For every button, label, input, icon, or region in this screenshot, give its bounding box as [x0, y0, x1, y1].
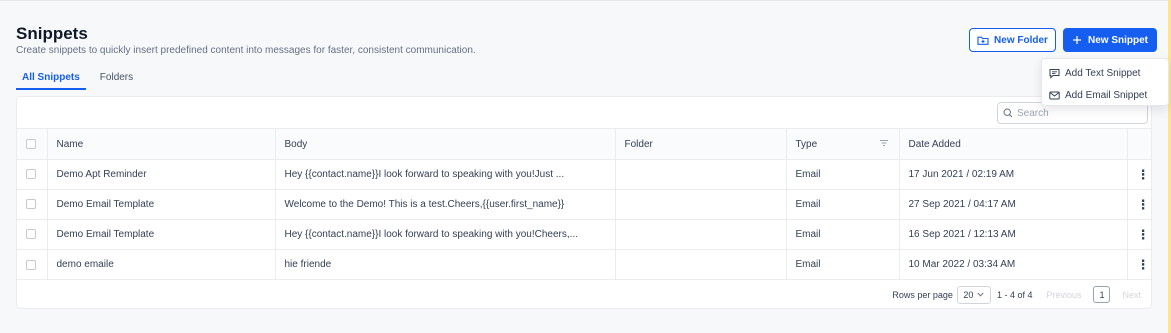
page-number-button[interactable]: 1: [1093, 286, 1111, 303]
row-type: Email: [786, 249, 900, 280]
column-header-type-label: Type: [795, 138, 818, 150]
search-icon: [1003, 108, 1013, 118]
row-body: Hey {{contact.name}}I look forward to sp…: [275, 219, 616, 250]
message-square-icon: [1049, 68, 1060, 79]
row-date-added: 16 Sep 2021 / 12:13 AM: [899, 219, 1128, 250]
table-header-row: Name Body Folder Type Date Added: [17, 128, 1151, 160]
row-body: Hey {{contact.name}}I look forward to sp…: [275, 159, 616, 190]
row-folder: [615, 249, 787, 280]
row-folder: [615, 189, 787, 220]
mail-icon: [1049, 91, 1060, 99]
row-type: Email: [786, 189, 900, 220]
rows-per-page-value: 20: [963, 289, 974, 300]
column-header-folder[interactable]: Folder: [615, 128, 787, 160]
folder-plus-icon: [977, 36, 989, 45]
tab-all-snippets[interactable]: All Snippets: [16, 72, 86, 90]
next-page-button[interactable]: Next: [1122, 290, 1141, 300]
table-row[interactable]: Demo Apt Reminder Hey {{contact.name}}I …: [17, 159, 1151, 190]
row-name[interactable]: Demo Apt Reminder: [47, 159, 276, 190]
filter-icon[interactable]: [879, 139, 889, 147]
row-name[interactable]: Demo Email Template: [47, 189, 276, 220]
row-name[interactable]: demo emaile: [47, 249, 276, 280]
tab-bar: All Snippets Folders: [16, 72, 147, 90]
table-row[interactable]: Demo Email Template Hey {{contact.name}}…: [17, 219, 1151, 250]
row-checkbox[interactable]: [26, 229, 36, 240]
add-email-snippet-item[interactable]: Add Email Snippet: [1042, 84, 1168, 106]
column-header-body[interactable]: Body: [275, 128, 616, 160]
new-folder-label: New Folder: [994, 34, 1048, 46]
tab-folders[interactable]: Folders: [100, 72, 133, 90]
row-checkbox[interactable]: [26, 169, 36, 180]
snippets-table: Name Body Folder Type Date Added Demo Ap…: [17, 128, 1151, 280]
pagination-bar: Rows per page 20 1 - 4 of 4 Previous 1 N…: [17, 279, 1151, 309]
snippets-table-panel: Name Body Folder Type Date Added Demo Ap…: [16, 96, 1152, 309]
add-text-snippet-item[interactable]: Add Text Snippet: [1042, 62, 1168, 84]
page-subtitle: Create snippets to quickly insert predef…: [16, 45, 476, 56]
kebab-icon[interactable]: ⋮: [1137, 167, 1150, 182]
rows-per-page-label: Rows per page: [892, 289, 953, 300]
kebab-icon[interactable]: ⋮: [1137, 197, 1150, 212]
add-text-snippet-label: Add Text Snippet: [1065, 67, 1141, 79]
column-header-date-added[interactable]: Date Added: [899, 128, 1128, 160]
rows-per-page-select[interactable]: 20: [956, 285, 991, 304]
kebab-icon[interactable]: ⋮: [1137, 257, 1150, 272]
table-row[interactable]: demo emaile hie friende Email 10 Mar 202…: [17, 249, 1151, 280]
row-date-added: 17 Jun 2021 / 02:19 AM: [899, 159, 1128, 190]
column-header-actions: [1127, 128, 1151, 160]
select-all-cell: [17, 128, 48, 160]
row-folder: [615, 159, 787, 190]
top-divider: [0, 0, 1171, 1]
previous-page-button[interactable]: Previous: [1046, 290, 1081, 300]
row-type: Email: [786, 219, 900, 250]
row-body: hie friende: [275, 249, 616, 280]
row-type: Email: [786, 159, 900, 190]
row-checkbox[interactable]: [26, 199, 36, 210]
row-body: Welcome to the Demo! This is a test.Chee…: [275, 189, 616, 220]
row-folder: [615, 219, 787, 250]
select-all-checkbox[interactable]: [26, 138, 36, 149]
search-input[interactable]: [1017, 107, 1137, 119]
kebab-icon[interactable]: ⋮: [1137, 227, 1150, 242]
row-date-added: 10 Mar 2022 / 03:34 AM: [899, 249, 1128, 280]
page-title: Snippets: [16, 24, 88, 43]
pagination-range: 1 - 4 of 4: [996, 289, 1033, 300]
row-checkbox[interactable]: [26, 259, 36, 270]
new-snippet-dropdown: Add Text Snippet Add Email Snippet: [1041, 58, 1169, 106]
new-snippet-button[interactable]: New Snippet: [1063, 28, 1157, 52]
column-header-type[interactable]: Type: [786, 128, 900, 160]
add-email-snippet-label: Add Email Snippet: [1065, 89, 1148, 101]
table-row[interactable]: Demo Email Template Welcome to the Demo!…: [17, 189, 1151, 220]
plus-icon: [1072, 36, 1081, 44]
new-snippet-label: New Snippet: [1087, 34, 1148, 46]
chevron-down-icon: [977, 292, 984, 297]
row-date-added: 27 Sep 2021 / 04:17 AM: [899, 189, 1128, 220]
column-header-name[interactable]: Name: [47, 128, 276, 160]
row-name[interactable]: Demo Email Template: [47, 219, 276, 250]
new-folder-button[interactable]: New Folder: [969, 28, 1056, 52]
